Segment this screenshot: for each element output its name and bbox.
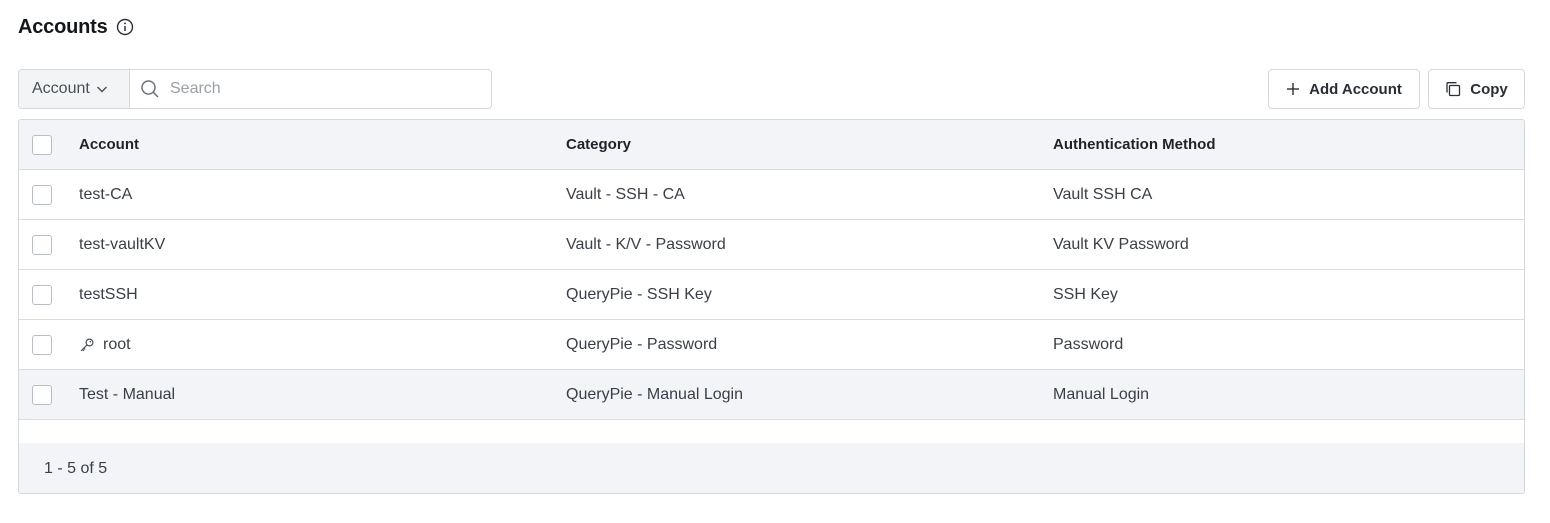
accounts-table: Account Category Authentication Method t… [18,119,1525,494]
account-auth-method: Vault KV Password [1053,235,1189,253]
copy-button[interactable]: Copy [1428,69,1525,109]
account-category: QueryPie - Manual Login [566,385,743,403]
row-checkbox[interactable] [32,334,52,355]
table-row[interactable]: root QueryPie - Password Password [19,320,1524,370]
account-category: Vault - SSH - CA [566,185,685,203]
account-auth-method: Manual Login [1053,385,1150,403]
account-auth-method: Vault SSH CA [1053,185,1153,203]
search-icon [140,79,160,99]
plus-icon [1286,82,1300,96]
page-header: Accounts [18,13,134,41]
table-row[interactable]: testSSH QueryPie - SSH Key SSH Key [19,270,1524,320]
table-header-row: Account Category Authentication Method [19,120,1524,170]
column-header-authentication-method[interactable]: Authentication Method [1053,136,1215,153]
table-footer: 1 - 5 of 5 [19,443,1524,493]
account-name: test-vaultKV [79,235,166,253]
select-all-checkbox[interactable] [32,134,52,155]
account-category: QueryPie - Password [566,335,718,353]
key-icon [79,337,95,353]
account-name: root [103,335,131,353]
chevron-down-icon [95,82,109,96]
column-header-account[interactable]: Account [79,136,139,153]
table-row[interactable]: Test - Manual QueryPie - Manual Login Ma… [19,370,1524,420]
add-account-button[interactable]: Add Account [1268,69,1420,109]
search-field [130,70,491,108]
account-name: test-CA [79,185,133,203]
info-icon[interactable] [116,18,134,36]
row-checkbox[interactable] [32,184,52,205]
copy-label: Copy [1470,80,1508,98]
search-input[interactable] [170,80,491,98]
account-name: testSSH [79,285,138,303]
page-title: Accounts [18,15,108,38]
toolbar: Account Add Account Copy [18,69,1525,109]
account-category: Vault - K/V - Password [566,235,726,253]
add-account-label: Add Account [1309,80,1402,98]
filter-dropdown-label: Account [32,80,90,97]
account-auth-method: SSH Key [1053,285,1118,303]
copy-icon [1445,81,1461,97]
account-auth-method: Password [1053,335,1124,353]
row-checkbox[interactable] [32,234,52,255]
table-row[interactable]: test-CA Vault - SSH - CA Vault SSH CA [19,170,1524,220]
filter-dropdown[interactable]: Account [19,70,130,108]
table-row[interactable]: test-vaultKV Vault - K/V - Password Vaul… [19,220,1524,270]
search-group: Account [18,69,492,109]
account-name: Test - Manual [79,385,176,403]
account-name-cell: root [79,336,131,354]
column-header-category[interactable]: Category [566,136,631,153]
row-checkbox[interactable] [32,384,52,405]
pagination-summary: 1 - 5 of 5 [44,460,108,477]
account-category: QueryPie - SSH Key [566,285,712,303]
row-checkbox[interactable] [32,284,52,305]
